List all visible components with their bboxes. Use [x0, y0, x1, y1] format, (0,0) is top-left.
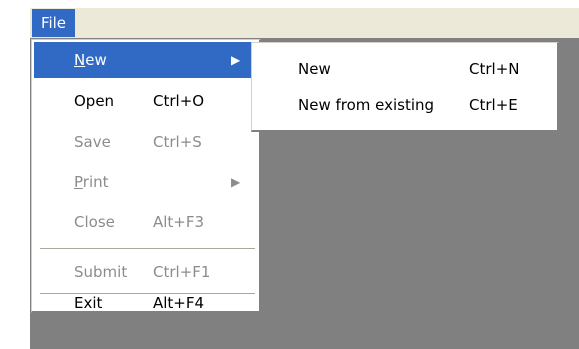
menu-item-label: Save [74, 133, 111, 151]
menu-item-label: New [74, 51, 107, 69]
menu-item-label: Open [74, 92, 115, 110]
menu-item-label: Submit [74, 263, 128, 281]
file-menu-button[interactable]: File [32, 9, 75, 37]
menu-item-shortcut: Ctrl+O [153, 92, 205, 110]
menu-item-open[interactable]: Open Ctrl+O [34, 83, 258, 119]
submenu-arrow-icon: ▶ [231, 53, 241, 67]
menu-item-label: Close [74, 213, 115, 231]
menu-item-shortcut: Alt+F3 [153, 213, 205, 231]
submenu-item-label: New [298, 60, 331, 78]
menu-item-shortcut: Alt+F4 [153, 294, 205, 312]
menu-item-print: Print ▶ [34, 164, 258, 200]
menu-item-label: Exit [74, 294, 103, 312]
menu-item-exit[interactable]: Exit Alt+F4 [34, 295, 258, 315]
menu-item-close: Close Alt+F3 [34, 204, 258, 240]
menu-item-submit: Submit Ctrl+F1 [34, 254, 258, 290]
menu-item-save: Save Ctrl+S [34, 124, 258, 160]
menu-separator [40, 248, 255, 250]
file-dropdown-menu: New ▶ Open Ctrl+O Save Ctrl+S Print ▶ Cl… [31, 39, 261, 313]
submenu-item-new-from-existing[interactable]: New from existing Ctrl+E [254, 87, 554, 123]
menu-item-new[interactable]: New ▶ [34, 42, 258, 78]
menu-item-shortcut: Ctrl+F1 [153, 263, 211, 281]
menu-item-shortcut: Ctrl+S [153, 133, 202, 151]
submenu-item-new[interactable]: New Ctrl+N [254, 51, 554, 87]
submenu-item-label: New from existing [298, 96, 435, 114]
submenu-item-shortcut: Ctrl+E [469, 96, 518, 114]
submenu-arrow-icon: ▶ [231, 175, 241, 189]
menu-item-label: Print [74, 173, 109, 191]
submenu-item-shortcut: Ctrl+N [469, 60, 520, 78]
menu-bar: File [30, 8, 579, 38]
new-submenu: New Ctrl+N New from existing Ctrl+E [251, 42, 559, 132]
